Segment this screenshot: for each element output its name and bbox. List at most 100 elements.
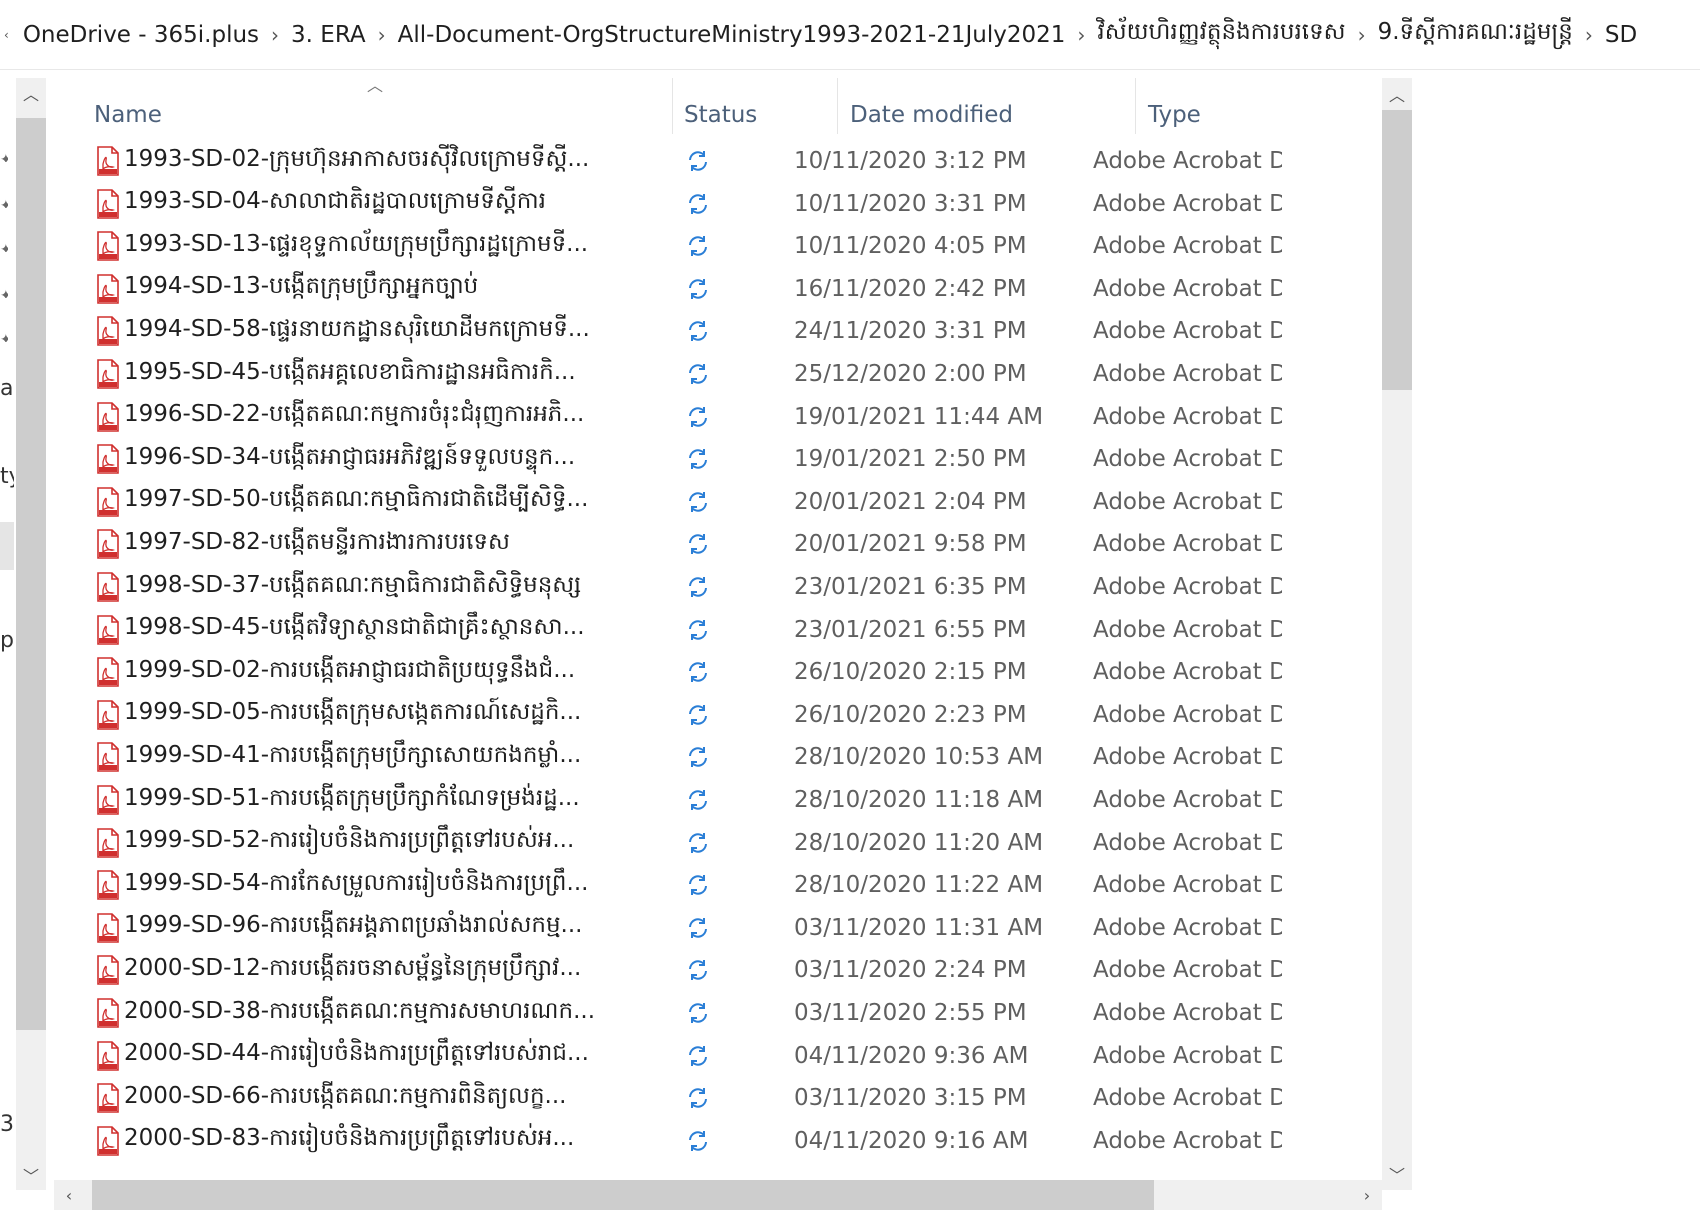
file-name[interactable]: 2000-SD-38-ការបង្កើតគណៈកម្មការសមាហរណក... [124,992,664,1034]
file-row[interactable]: 1999-SD-41-ការបង្កើតក្រុមប្រឹក្សាសោយកងកម… [54,736,1376,778]
pdf-file-icon [96,955,120,986]
scroll-down-arrow-icon[interactable]: ﹀ [16,1160,46,1190]
file-row[interactable]: 1995-SD-45-បង្កើតអគ្គលេខាធិការដ្ឋានអធិកា… [54,353,1376,395]
file-name[interactable]: 2000-SD-44-ការរៀបចំនិងការប្រព្រឹត្តទៅរបស… [124,1035,664,1077]
sync-pending-icon [678,651,718,693]
horizontal-scrollbar-thumb[interactable] [92,1180,1154,1210]
nav-scrollbar-thumb[interactable] [16,118,46,1030]
file-row[interactable]: 1993-SD-13-ផ្ទេរខុទ្ទកាល័យក្រុមប្រឹក្សារ… [54,225,1376,267]
file-name[interactable]: 1993-SD-02-ក្រុមហ៊ុនអាកាសចរស៊ីវិលក្រោមទី… [124,140,664,182]
scroll-up-arrow-icon[interactable]: ︿ [1382,78,1412,110]
file-type: Adobe Acrobat Do [1093,1127,1282,1154]
file-rows: 1993-SD-02-ក្រុមហ៊ុនអាកាសចរស៊ីវិលក្រោមទី… [54,140,1376,1180]
file-name[interactable]: 2000-SD-83-ការរៀបចំនិងការប្រព្រឹត្តទៅរបស… [124,1120,664,1162]
file-row[interactable]: 1999-SD-51-ការបង្កើតក្រុមប្រឹក្សាកំណែទម្… [54,779,1376,821]
scroll-right-arrow-icon[interactable]: › [1352,1180,1382,1210]
file-type: Adobe Acrobat Do [1093,574,1282,600]
file-row[interactable]: 2000-SD-83-ការរៀបចំនិងការប្រព្រឹត្តទៅរបស… [54,1120,1376,1162]
file-name[interactable]: 2000-SD-66-ការបង្កើតគណៈកម្មការពិនិត្យលក្… [124,1077,664,1119]
file-row[interactable]: 1994-SD-58-ផ្ទេរនាយកដ្ឋានសុរិយោដីមកក្រោម… [54,310,1376,352]
file-name[interactable]: 1997-SD-82-បង្កើតមន្ទីរការងារការបរទេស [124,523,664,565]
column-divider[interactable] [837,78,838,134]
file-row[interactable]: 1996-SD-34-បង្កើតអាជ្ញាធរអភិវឌ្ឍន៍ទទួលបន… [54,438,1376,480]
file-name[interactable]: 1995-SD-45-បង្កើតអគ្គលេខាធិការដ្ឋានអធិកា… [124,353,664,395]
breadcrumb-item-council-ministers[interactable]: 9.ទីស្តីការគណៈរដ្ឋមន្ត្រី [1370,18,1581,51]
file-row[interactable]: 2000-SD-66-ការបង្កើតគណៈកម្មការពិនិត្យលក្… [54,1077,1376,1119]
pin-icon: ✦ [0,242,8,252]
nav-item-fragment[interactable]: ty [0,464,14,489]
file-row[interactable]: 1994-SD-13-បង្កើតក្រុមប្រឹក្សាអ្នកច្បាប់… [54,268,1376,310]
file-name[interactable]: 1994-SD-58-ផ្ទេរនាយកដ្ឋានសុរិយោដីមកក្រោម… [124,310,664,352]
file-row[interactable]: 1999-SD-52-ការរៀបចំនិងការប្រព្រឹត្តទៅរបស… [54,822,1376,864]
file-name[interactable]: 1999-SD-05-ការបង្កើតក្រុមសង្កេតការណ៍សេដ្… [124,694,664,736]
pdf-file-icon [96,1125,120,1156]
sync-pending-icon [678,353,718,395]
file-row[interactable]: 1993-SD-04-សាលាជាតិរដ្ឋបាលក្រោមទីស្តីការ… [54,183,1376,225]
file-name[interactable]: 1999-SD-51-ការបង្កើតក្រុមប្រឹក្សាកំណែទម្… [124,779,664,821]
file-name[interactable]: 1996-SD-22-បង្កើតគណៈកម្មការចំរុះជំរុញការ… [124,396,664,438]
breadcrumb-item-era[interactable]: 3. ERA [283,22,374,48]
scroll-up-arrow-icon[interactable]: ︿ [16,78,46,108]
file-date-modified: 25/12/2020 2:00 PM [794,361,1027,387]
nav-item-fragment[interactable]: ar [0,376,14,401]
file-name[interactable]: 1999-SD-96-ការបង្កើតអង្គភាពប្រឆាំងរាល់សក… [124,907,664,949]
file-row[interactable]: 1999-SD-02-ការបង្កើតអាជ្ញាធរជាតិប្រយុទ្ធ… [54,651,1376,693]
file-name[interactable]: 2000-SD-12-ការបង្កើតរចនាសម្ព័ន្ធនៃក្រុមប… [124,949,664,991]
scroll-down-arrow-icon[interactable]: ﹀ [1382,1158,1412,1190]
file-row[interactable]: 1999-SD-96-ការបង្កើតអង្គភាពប្រឆាំងរាល់សក… [54,907,1376,949]
chevron-right-icon[interactable]: › [1581,23,1597,47]
file-list: ︿ Name Status Date modified Type 1993-SD… [54,76,1412,1201]
file-row[interactable]: 1993-SD-02-ក្រុមហ៊ុនអាកាសចរស៊ីវិលក្រោមទី… [54,140,1376,182]
file-row[interactable]: 1999-SD-54-ការកែសម្រួលការរៀបចំនិងការប្រព… [54,864,1376,906]
scroll-left-arrow-icon[interactable]: ‹ [54,1180,84,1210]
chevron-right-icon[interactable]: › [1073,23,1089,47]
pdf-file-icon [96,827,120,858]
file-row[interactable]: 2000-SD-44-ការរៀបចំនិងការប្រព្រឹត្តទៅរបស… [54,1035,1376,1077]
file-type: Adobe Acrobat Do [1093,787,1282,813]
column-divider[interactable] [672,78,673,134]
file-type: Adobe Acrobat Do [1093,872,1282,899]
breadcrumb-overflow-icon[interactable]: ‹ [4,28,15,42]
file-row[interactable]: 1997-SD-50-បង្កើតគណៈកម្មាធិការជាតិដើម្បី… [54,481,1376,523]
file-row[interactable]: 1998-SD-45-បង្កើតវិទ្យាស្ថានជាតិជាគ្រឹះស… [54,609,1376,651]
breadcrumb-item-finance-foreign[interactable]: វិស័យហិរញ្ញវត្ថុនិងការបរទេស [1089,18,1353,51]
file-name[interactable]: 1993-SD-04-សាលាជាតិរដ្ឋបាលក្រោមទីស្តីការ [124,183,664,225]
file-date-modified: 26/10/2020 2:23 PM [794,701,1027,728]
column-header-status[interactable]: Status [684,78,834,134]
file-name[interactable]: 1999-SD-41-ការបង្កើតក្រុមប្រឹក្សាសោយកងកម… [124,736,664,778]
chevron-right-icon[interactable]: › [1354,23,1370,47]
file-name[interactable]: 1993-SD-13-ផ្ទេរខុទ្ទកាល័យក្រុមប្រឹក្សារ… [124,225,664,267]
breadcrumb-item-onedrive[interactable]: OneDrive - 365i.plus [15,22,267,48]
file-name[interactable]: 1994-SD-13-បង្កើតក្រុមប្រឹក្សាអ្នកច្បាប់ [124,268,664,310]
column-header-date-modified[interactable]: Date modified [850,78,1130,134]
file-type: Adobe Acrobat Do [1093,403,1282,430]
file-date-modified: 03/11/2020 2:24 PM [794,957,1027,984]
list-scrollbar-thumb[interactable] [1382,110,1412,390]
column-divider[interactable] [1135,78,1136,134]
file-name[interactable]: 1996-SD-34-បង្កើតអាជ្ញាធរអភិវឌ្ឍន៍ទទួលបន… [124,438,664,480]
nav-item-selected[interactable] [0,522,14,570]
breadcrumb-item-all-document[interactable]: All-Document-OrgStructureMinistry1993-20… [390,22,1074,48]
file-row[interactable]: 2000-SD-12-ការបង្កើតរចនាសម្ព័ន្ធនៃក្រុមប… [54,949,1376,991]
file-row[interactable]: 1998-SD-37-បង្កើតគណៈកម្មាធិការជាតិសិទ្ធិ… [54,566,1376,608]
file-name[interactable]: 1999-SD-52-ការរៀបចំនិងការប្រព្រឹត្តទៅរបស… [124,822,664,864]
file-name[interactable]: 1997-SD-50-បង្កើតគណៈកម្មាធិការជាតិដើម្បី… [124,481,664,523]
file-name[interactable]: 1999-SD-54-ការកែសម្រួលការរៀបចំនិងការប្រព… [124,864,664,906]
nav-item-fragment[interactable]: 34 [0,1112,14,1137]
file-row[interactable]: 1996-SD-22-បង្កើតគណៈកម្មការចំរុះជំរុញការ… [54,396,1376,438]
nav-item-fragment[interactable]: pl [0,628,14,653]
column-header-name[interactable]: Name [94,78,674,134]
breadcrumb-item-sd[interactable]: SD [1597,22,1645,48]
file-row[interactable]: 1997-SD-82-បង្កើតមន្ទីរការងារការបរទេស 20/… [54,523,1376,565]
file-row[interactable]: 1999-SD-05-ការបង្កើតក្រុមសង្កេតការណ៍សេដ្… [54,694,1376,736]
address-breadcrumb[interactable]: ‹ OneDrive - 365i.plus › 3. ERA › All-Do… [0,0,1700,70]
file-name[interactable]: 1998-SD-45-បង្កើតវិទ្យាស្ថានជាតិជាគ្រឹះស… [124,609,664,651]
file-type: Adobe Acrobat Do [1093,531,1282,558]
chevron-right-icon[interactable]: › [374,23,390,47]
chevron-right-icon[interactable]: › [267,23,283,47]
file-row[interactable]: 2000-SD-38-ការបង្កើតគណៈកម្មការសមាហរណក...… [54,992,1376,1034]
file-name[interactable]: 1999-SD-02-ការបង្កើតអាជ្ញាធរជាតិប្រយុទ្ធ… [124,651,664,693]
file-date-modified: 04/11/2020 9:36 AM [794,1042,1029,1069]
file-name[interactable]: 1998-SD-37-បង្កើតគណៈកម្មាធិការជាតិសិទ្ធិ… [124,566,664,608]
column-header-type[interactable]: Type [1148,78,1368,134]
